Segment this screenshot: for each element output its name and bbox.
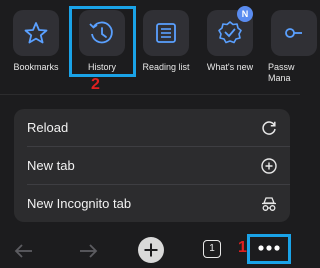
overflow-menu: Reload New tab New Incognito tab: [14, 109, 290, 222]
divider: [0, 94, 300, 95]
step-number-1: 1: [238, 239, 247, 256]
shortcut-label: Bookmarks: [13, 62, 59, 72]
shortcut-reading-list[interactable]: Reading list: [138, 10, 200, 80]
step-number-2: 2: [91, 76, 100, 93]
star-icon: [24, 22, 48, 44]
back-arrow-icon[interactable]: [14, 242, 34, 260]
menu-item-label: New Incognito tab: [27, 196, 132, 211]
whats-new-icon: [218, 21, 242, 44]
shortcut-bookmarks[interactable]: Bookmarks: [8, 10, 70, 80]
menu-item-new-incognito-tab[interactable]: New Incognito tab: [14, 185, 290, 222]
new-badge: N: [237, 6, 253, 22]
shortcut-label: Reading list: [142, 62, 190, 72]
shortcut-label: What's new: [206, 62, 254, 72]
more-menu-highlight-box: [247, 234, 291, 264]
forward-arrow-icon[interactable]: [78, 242, 98, 260]
shortcuts-row: Bookmarks History Reading list N What's …: [0, 0, 317, 88]
new-tab-icon: [261, 158, 277, 174]
menu-item-label: New tab: [27, 158, 75, 173]
shortcut-password-manager[interactable]: Passw Mana: [266, 10, 320, 83]
shortcut-label: Passw Mana: [268, 62, 295, 83]
plus-icon[interactable]: [137, 236, 165, 264]
password-manager-icon: [285, 28, 302, 38]
shortcut-whats-new[interactable]: N What's new: [202, 6, 264, 80]
menu-item-label: Reload: [27, 120, 69, 135]
menu-item-reload[interactable]: Reload: [14, 109, 290, 146]
history-highlight-box: [69, 6, 136, 77]
tab-count-button[interactable]: 1: [203, 240, 221, 258]
reload-icon: [262, 121, 276, 135]
menu-item-new-tab[interactable]: New tab: [14, 147, 290, 184]
incognito-icon: [262, 197, 276, 211]
reading-list-icon: [156, 23, 176, 43]
